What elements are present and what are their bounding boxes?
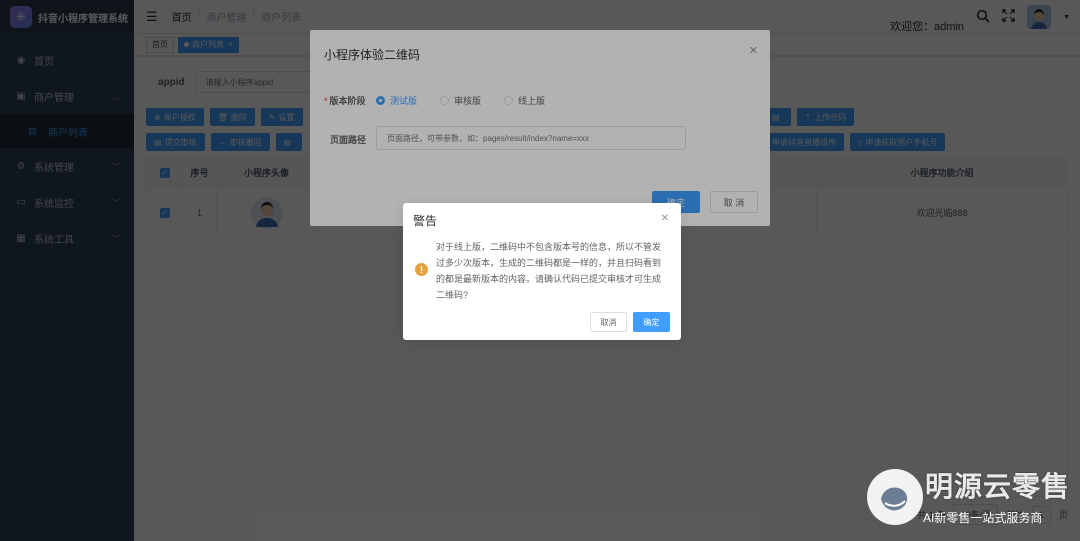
watermark-main-text: 明源云零售 bbox=[925, 471, 1071, 502]
warning-message-box: 警告 ✕ ! 对于线上版，二维码中不包含版本号的信息，所以不管发过多少次版本，生… bbox=[403, 203, 681, 340]
warning-icon: ! bbox=[415, 263, 428, 276]
close-icon[interactable]: ✕ bbox=[661, 213, 669, 224]
alert-title: 警告 bbox=[413, 214, 438, 228]
alert-confirm-button[interactable]: 确定 bbox=[633, 312, 670, 332]
watermark-logo-icon bbox=[867, 469, 923, 525]
watermark: 明源云零售 AI新零售一站式服务商 bbox=[867, 463, 1072, 535]
watermark-sub-text: AI新零售一站式服务商 bbox=[923, 511, 1043, 525]
alert-cancel-button[interactable]: 取消 bbox=[590, 312, 627, 332]
alert-message: 对于线上版，二维码中不包含版本号的信息，所以不管发过多少次版本，生成的二维码都是… bbox=[436, 242, 662, 300]
